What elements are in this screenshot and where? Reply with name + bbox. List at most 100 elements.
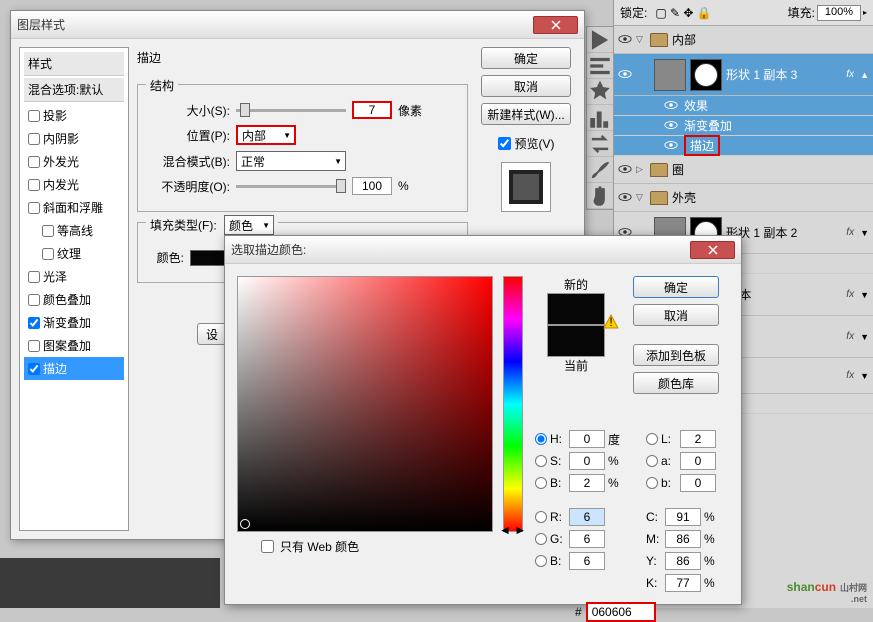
close-button[interactable] (690, 241, 735, 259)
color-lib-button[interactable]: 颜色库 (633, 372, 719, 394)
checkbox[interactable] (28, 179, 40, 191)
ok-button[interactable]: 确定 (633, 276, 719, 298)
s-input[interactable] (569, 452, 605, 470)
style-texture[interactable]: 纹理 (24, 242, 124, 265)
layer-group-ring[interactable]: ▷ 圈 (614, 156, 873, 184)
g-radio[interactable] (535, 533, 547, 545)
styles-header[interactable]: 样式 (24, 52, 124, 76)
b-input[interactable] (569, 474, 605, 492)
add-swatch-button[interactable]: 添加到色板 (633, 344, 719, 366)
layer-group-inner[interactable]: ▽ 内部 (614, 26, 873, 54)
color-field[interactable] (237, 276, 493, 532)
new-style-button[interactable]: 新建样式(W)... (481, 103, 571, 125)
preview-checkbox[interactable]: 预览(V) (498, 135, 555, 152)
fill-dropdown-icon[interactable]: ▸ (863, 8, 867, 17)
g-input[interactable] (569, 530, 605, 548)
warning-icon[interactable]: ! (603, 314, 619, 330)
checkbox[interactable] (28, 317, 40, 329)
a-radio[interactable] (646, 455, 658, 467)
fx-expand-icon[interactable]: ▼ (860, 228, 869, 238)
dialog-titlebar[interactable]: 图层样式 (11, 11, 584, 39)
fx-effects[interactable]: 效果 (614, 96, 873, 116)
r-radio[interactable] (535, 511, 547, 523)
checkbox[interactable] (28, 110, 40, 122)
style-inner-shadow[interactable]: 内阴影 (24, 127, 124, 150)
checkbox[interactable] (28, 363, 40, 375)
fx-gradient-overlay[interactable]: 渐变叠加 (614, 116, 873, 136)
style-stroke[interactable]: 描边 (24, 357, 124, 380)
close-button[interactable] (533, 16, 578, 34)
opacity-input[interactable] (352, 177, 392, 195)
size-slider[interactable] (236, 109, 346, 112)
tool-swap-icon[interactable] (587, 131, 613, 157)
tool-histogram-icon[interactable] (587, 105, 613, 131)
fx-stroke[interactable]: 描边 (614, 136, 873, 156)
c-input[interactable] (665, 508, 701, 526)
cancel-button[interactable]: 取消 (633, 304, 719, 326)
style-gradient-overlay[interactable]: 渐变叠加 (24, 311, 124, 334)
checkbox[interactable] (28, 294, 40, 306)
web-only-checkbox[interactable] (261, 540, 274, 553)
position-dropdown[interactable]: 内部 (236, 125, 296, 145)
h-radio[interactable] (535, 433, 547, 445)
expand-icon[interactable]: ▽ (636, 34, 646, 45)
b-radio[interactable] (535, 477, 547, 489)
checkbox[interactable] (42, 248, 54, 260)
tool-star-icon[interactable] (587, 79, 613, 105)
style-inner-glow[interactable]: 内发光 (24, 173, 124, 196)
fx-expand-icon[interactable]: ▼ (860, 290, 869, 300)
layer-group-shell[interactable]: ▽ 外壳 (614, 184, 873, 212)
fx-badge[interactable]: fx (846, 370, 854, 381)
opacity-slider[interactable] (236, 185, 346, 188)
y-input[interactable] (665, 552, 701, 570)
checkbox[interactable] (42, 225, 54, 237)
l-input[interactable] (680, 430, 716, 448)
fx-badge[interactable]: fx (846, 331, 854, 342)
set-default-button[interactable]: 设 (197, 323, 227, 345)
m-input[interactable] (665, 530, 701, 548)
dialog-titlebar[interactable]: 选取描边颜色: (225, 236, 741, 264)
style-contour[interactable]: 等高线 (24, 219, 124, 242)
bb-radio[interactable] (535, 555, 547, 567)
expand-icon[interactable]: ▽ (636, 192, 646, 203)
s-radio[interactable] (535, 455, 547, 467)
lb-radio[interactable] (646, 477, 658, 489)
k-input[interactable] (665, 574, 701, 592)
visibility-icon[interactable] (618, 68, 632, 82)
blend-options-item[interactable]: 混合选项:默认 (24, 78, 124, 102)
layer-shape1-copy3[interactable]: 形状 1 副本 3 fx ▲ (614, 54, 873, 96)
fx-badge[interactable]: fx (846, 289, 854, 300)
style-outer-glow[interactable]: 外发光 (24, 150, 124, 173)
checkbox[interactable] (28, 202, 40, 214)
tool-align-icon[interactable] (587, 53, 613, 79)
hue-slider[interactable]: ◄ ► (503, 276, 523, 532)
style-color-overlay[interactable]: 颜色叠加 (24, 288, 124, 311)
visibility-icon[interactable] (618, 163, 632, 177)
expand-icon[interactable]: ▷ (636, 164, 646, 175)
bb-input[interactable] (569, 552, 605, 570)
lb-input[interactable] (680, 474, 716, 492)
hex-input[interactable] (586, 602, 656, 622)
fx-expand-icon[interactable]: ▼ (860, 371, 869, 381)
current-color-swatch[interactable] (547, 325, 605, 357)
checkbox[interactable] (28, 271, 40, 283)
ok-button[interactable]: 确定 (481, 47, 571, 69)
size-input[interactable] (352, 101, 392, 119)
style-drop-shadow[interactable]: 投影 (24, 104, 124, 127)
checkbox[interactable] (28, 156, 40, 168)
blend-dropdown[interactable]: 正常 (236, 151, 346, 171)
tool-brush-icon[interactable] (587, 157, 613, 183)
fx-badge[interactable]: fx (846, 227, 854, 238)
style-pattern-overlay[interactable]: 图案叠加 (24, 334, 124, 357)
style-bevel[interactable]: 斜面和浮雕 (24, 196, 124, 219)
visibility-icon[interactable] (664, 119, 678, 133)
visibility-icon[interactable] (664, 139, 678, 153)
fx-expand-icon[interactable]: ▲ (860, 70, 869, 80)
lock-icons[interactable]: ▢ ✎ ✥ 🔒 (655, 6, 711, 20)
h-input[interactable] (569, 430, 605, 448)
filltype-dropdown[interactable]: 颜色 (224, 215, 274, 235)
fx-expand-icon[interactable]: ▼ (860, 332, 869, 342)
cancel-button[interactable]: 取消 (481, 75, 571, 97)
checkbox[interactable] (498, 137, 511, 150)
visibility-icon[interactable] (618, 33, 632, 47)
